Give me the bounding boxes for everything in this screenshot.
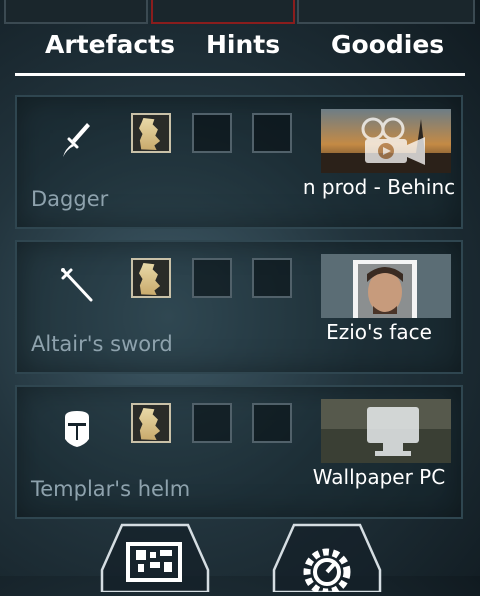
artefact-item-dagger[interactable]: Dagger n prod - Behinc [15,95,463,229]
artefact-slot [192,258,232,298]
settings-button[interactable] [272,522,382,596]
item-name: Altair's sword [31,332,173,356]
dagger-icon [57,119,97,159]
helm-icon [57,409,97,449]
artefact-slot [131,258,171,298]
top-tab-right[interactable] [297,0,475,24]
map-scrap-icon [139,263,161,295]
artefact-slot [192,113,232,153]
sword-icon [57,264,97,304]
artefact-item-altairs-sword[interactable]: Altair's sword Ezio's face [15,240,463,374]
map-scrap-icon [139,118,161,150]
qr-code-button[interactable] [100,522,210,594]
item-name: Templar's helm [31,477,191,501]
map-scrap-icon [139,408,161,440]
artefact-slot [252,403,292,443]
artefact-slot [252,258,292,298]
artefact-slot [131,113,171,153]
tab-artefacts[interactable]: Artefacts [45,30,175,59]
artefact-slot [192,403,232,443]
artefact-item-templars-helm[interactable]: Templar's helm Wallpaper PC [15,385,463,519]
artefact-slot [131,403,171,443]
section-tabs: Artefacts Hints Goodies [15,30,465,78]
item-name: Dagger [31,187,109,211]
wallpaper-thumbnail[interactable] [321,399,451,463]
thumbnail-caption: n prod - Behinc [302,175,456,199]
top-tab-left[interactable] [4,0,148,24]
top-tab-center[interactable] [151,0,295,24]
artefact-slot [252,113,292,153]
portrait-thumbnail[interactable] [321,254,451,318]
tab-goodies[interactable]: Goodies [331,30,444,59]
tab-hints[interactable]: Hints [206,30,280,59]
thumbnail-caption: Ezio's face [326,320,432,344]
thumbnail-caption: Wallpaper PC [312,465,446,489]
tab-underline [15,73,465,76]
portrait-icon [353,260,417,318]
video-thumbnail[interactable] [321,109,451,173]
